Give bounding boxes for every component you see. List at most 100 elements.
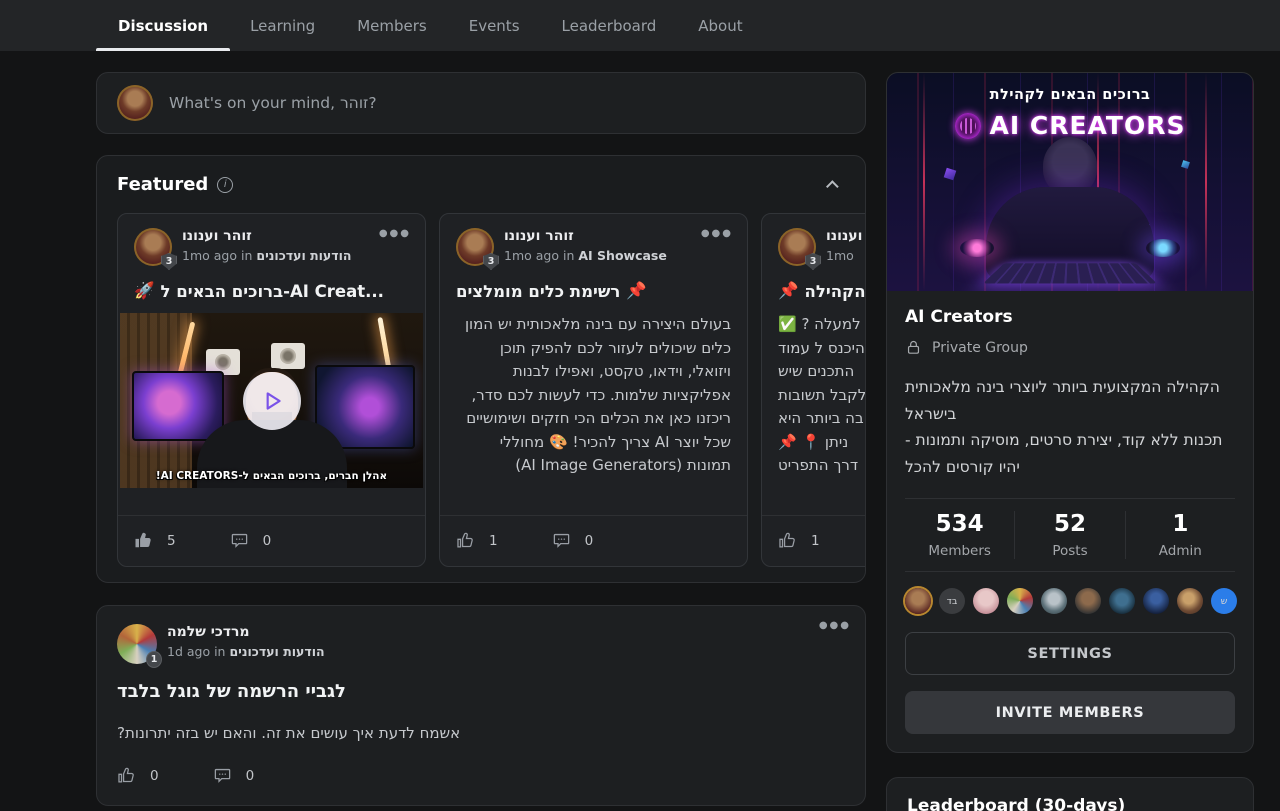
member-avatar[interactable]: בד <box>939 588 965 614</box>
group-name: AI Creators <box>905 307 1235 327</box>
lock-icon <box>905 339 922 356</box>
post-menu-icon[interactable]: ●●● <box>819 620 851 631</box>
post-category[interactable]: הודעות ועדכונים <box>256 248 351 263</box>
banner-brand-text: AI CREATORS <box>990 111 1186 140</box>
current-user-avatar <box>117 85 153 121</box>
level-badge: 3 <box>805 253 821 270</box>
tab-members[interactable]: Members <box>355 0 429 51</box>
play-icon[interactable] <box>243 372 301 430</box>
pushpin-icon: 📌 <box>778 281 799 301</box>
featured-section: Featured i ●●● 3 זוהר וענונו 1mo ago in … <box>96 155 866 583</box>
member-avatar[interactable] <box>1109 588 1135 614</box>
like-count: 0 <box>150 768 159 784</box>
member-avatar[interactable] <box>1041 588 1067 614</box>
author-name[interactable]: זוהר וענונו <box>826 228 866 244</box>
like-button[interactable] <box>134 531 153 550</box>
post-category[interactable]: הודעות ועדכונים <box>229 644 324 659</box>
post-title[interactable]: 🚀 ברוכים הבאים ל-AI Creat... <box>134 281 409 301</box>
level-badge: 3 <box>483 253 499 270</box>
banner-welcome-text: ברוכים הבאים לקהילת <box>887 87 1253 103</box>
info-icon[interactable]: i <box>217 177 233 193</box>
like-count: 1 <box>489 533 498 549</box>
post-google-signup[interactable]: ●●● 1 מרדכי שלמה 1d ago in הודעות ועדכונ… <box>96 605 866 806</box>
group-stats: 534 Members 52 Posts 1 Admin <box>905 498 1235 572</box>
like-count: 5 <box>167 533 176 549</box>
invite-members-button[interactable]: INVITE MEMBERS <box>905 691 1235 734</box>
tab-leaderboard[interactable]: Leaderboard <box>560 0 659 51</box>
post-meta: 1mo <box>826 248 866 263</box>
member-avatar[interactable]: ש <box>1211 588 1237 614</box>
stat-posts[interactable]: 52 Posts <box>1014 511 1124 559</box>
featured-title: Featured <box>117 174 208 195</box>
banner-glow <box>1146 239 1180 257</box>
post-body: אשמח לדעת איך עושים את זה. והאם יש בזה י… <box>117 724 845 742</box>
member-avatar[interactable] <box>1007 588 1033 614</box>
level-badge: 3 <box>161 253 177 270</box>
leaderboard-title: Leaderboard (30-days) <box>907 796 1233 811</box>
video-caption: אהלן חברים, ברוכים הבאים ל-AI CREATORS! <box>120 470 423 482</box>
featured-post-community[interactable]: 3 זוהר וענונו 1mo 📌 הקהילה למעלה ? ✅ ה <box>761 213 866 567</box>
level-badge: 1 <box>146 651 162 668</box>
comment-count: 0 <box>263 533 272 549</box>
post-menu-icon[interactable]: ●●● <box>701 228 733 239</box>
tab-events[interactable]: Events <box>467 0 522 51</box>
stat-members[interactable]: 534 Members <box>905 511 1014 559</box>
post-title[interactable]: לגביי הרשמה של גוגל בלבד <box>117 681 845 702</box>
banner-glow <box>960 239 994 257</box>
member-avatar-row: בד ש <box>905 588 1235 614</box>
post-meta: 1mo ago in הודעות ועדכונים <box>182 248 351 263</box>
post-menu-icon[interactable]: ●●● <box>379 228 411 239</box>
member-avatar[interactable] <box>973 588 999 614</box>
tab-about[interactable]: About <box>696 0 744 51</box>
leaderboard-card: Leaderboard (30-days) <box>886 777 1254 811</box>
author-avatar[interactable]: 3 <box>456 228 494 266</box>
post-title[interactable]: רשימת כלים מומלצים 📌 <box>456 281 731 301</box>
chevron-up-icon <box>826 180 839 193</box>
post-body: למעלה ? ✅ היכנס ל עמוד התכנים שיש לקבל ת… <box>778 313 866 515</box>
author-avatar[interactable]: 3 <box>778 228 816 266</box>
pushpin-icon: 📌 <box>626 281 647 301</box>
post-title[interactable]: 📌 הקהילה <box>778 281 866 301</box>
like-button[interactable] <box>456 531 475 550</box>
featured-post-welcome[interactable]: ●●● 3 זוהר וענונו 1mo ago in הודעות ועדכ… <box>117 213 426 567</box>
comment-button[interactable] <box>213 766 232 785</box>
thumb-speaker <box>271 343 305 369</box>
featured-post-tools[interactable]: ●●● 3 זוהר וענונו 1mo ago in AI Showcase <box>439 213 748 567</box>
tab-discussion[interactable]: Discussion <box>116 0 210 51</box>
post-composer[interactable] <box>96 72 866 134</box>
tab-learning[interactable]: Learning <box>248 0 317 51</box>
post-meta: 1d ago in הודעות ועדכונים <box>167 644 325 659</box>
member-avatar[interactable] <box>1143 588 1169 614</box>
thumb-light <box>377 317 391 371</box>
author-name[interactable]: זוהר וענונו <box>182 228 351 244</box>
author-name[interactable]: מרדכי שלמה <box>167 624 325 640</box>
comment-count: 0 <box>246 768 255 784</box>
group-description: הקהילה המקצועית ביותר ליוצרי בינה מלאכות… <box>905 374 1235 480</box>
comment-count: 0 <box>585 533 594 549</box>
group-nav: Discussion Learning Members Events Leade… <box>0 0 1280 51</box>
member-avatar[interactable] <box>1075 588 1101 614</box>
brain-logo-icon <box>955 113 981 139</box>
author-avatar[interactable]: 1 <box>117 624 157 664</box>
privacy-label: Private Group <box>932 340 1028 356</box>
post-meta: 1mo ago in AI Showcase <box>504 248 667 263</box>
member-avatar[interactable] <box>905 588 931 614</box>
video-thumbnail[interactable]: אהלן חברים, ברוכים הבאים ל-AI CREATORS! <box>120 313 423 488</box>
group-banner: ברוכים הבאים לקהילת AI CREATORS <box>887 73 1253 291</box>
author-name[interactable]: זוהר וענונו <box>504 228 667 244</box>
post-category[interactable]: AI Showcase <box>578 248 666 263</box>
comment-button[interactable] <box>230 531 249 550</box>
like-button[interactable] <box>117 766 136 785</box>
stat-admin[interactable]: 1 Admin <box>1125 511 1235 559</box>
group-info-card: ברוכים הבאים לקהילת AI CREATORS AI Creat… <box>886 72 1254 753</box>
comment-button[interactable] <box>552 531 571 550</box>
post-body: בעולם היצירה עם בינה מלאכותית יש המון כל… <box>456 313 731 515</box>
author-avatar[interactable]: 3 <box>134 228 172 266</box>
rocket-icon: 🚀 <box>134 281 155 301</box>
like-count: 1 <box>811 533 820 549</box>
like-button[interactable] <box>778 531 797 550</box>
settings-button[interactable]: SETTINGS <box>905 632 1235 675</box>
composer-input[interactable] <box>169 94 845 112</box>
collapse-featured-button[interactable] <box>824 176 845 193</box>
member-avatar[interactable] <box>1177 588 1203 614</box>
